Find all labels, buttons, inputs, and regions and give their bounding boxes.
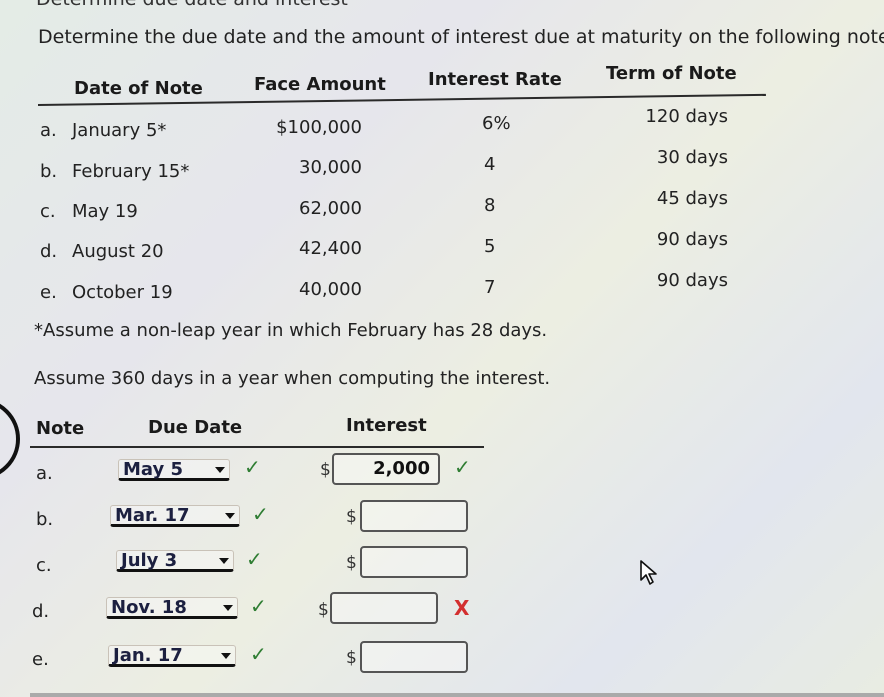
- answer-header-rule: [30, 446, 484, 448]
- dropdown-arrow-icon: [225, 513, 235, 519]
- header-note: Note: [36, 418, 85, 439]
- check-icon: ✓: [454, 455, 471, 479]
- interest-input-d[interactable]: [330, 592, 438, 624]
- interest-rate: 7: [484, 277, 496, 298]
- date-of-note: August 20: [72, 241, 164, 262]
- interest-input-b[interactable]: [360, 500, 468, 532]
- due-date-value: Jan. 17: [113, 645, 183, 666]
- due-date-value: May 5: [123, 459, 184, 480]
- focus-ring-decoration: [0, 398, 20, 480]
- row-label: c.: [36, 555, 52, 576]
- due-date-value: July 3: [121, 550, 178, 571]
- instruction-text: Determine the due date and the amount of…: [38, 26, 884, 48]
- row-label: a.: [40, 120, 57, 141]
- face-amount: $100,000: [276, 117, 362, 138]
- term-of-note: 90 days: [656, 270, 728, 291]
- header-term-of-note: Term of Note: [606, 63, 737, 84]
- face-amount: 30,000: [299, 157, 362, 178]
- row-label: b.: [40, 161, 58, 182]
- interest-input-e[interactable]: [360, 641, 468, 673]
- cross-icon: X: [454, 596, 470, 620]
- cut-off-title: Determine due date and interest: [36, 0, 348, 10]
- dollar-sign: $: [320, 460, 331, 480]
- row-label: d.: [40, 241, 58, 262]
- interest-rate: 5: [484, 236, 496, 257]
- dropdown-arrow-icon: [215, 467, 225, 473]
- face-amount: 40,000: [299, 279, 362, 300]
- row-label: b.: [36, 509, 54, 530]
- dollar-sign: $: [346, 553, 357, 573]
- due-date-value: Nov. 18: [111, 597, 187, 618]
- footnote-text: *Assume a non-leap year in which Februar…: [34, 320, 548, 341]
- row-label: d.: [32, 601, 50, 622]
- date-of-note: February 15*: [72, 161, 190, 182]
- assumption-text: Assume 360 days in a year when computing…: [34, 368, 551, 389]
- check-icon: ✓: [246, 547, 263, 571]
- dollar-sign: $: [346, 648, 357, 668]
- interest-rate: 6%: [482, 113, 511, 134]
- term-of-note: 90 days: [656, 229, 728, 250]
- term-of-note: 30 days: [656, 147, 728, 168]
- interest-input-a[interactable]: 2,000: [332, 453, 440, 485]
- check-icon: ✓: [250, 594, 267, 618]
- due-date-select-c[interactable]: July 3: [116, 550, 234, 572]
- header-face-amount: Face Amount: [254, 74, 386, 95]
- due-date-select-e[interactable]: Jan. 17: [108, 645, 236, 667]
- row-label: e.: [40, 282, 57, 303]
- term-of-note: 45 days: [656, 188, 728, 209]
- term-of-note: 120 days: [645, 106, 728, 127]
- row-label: a.: [36, 463, 53, 484]
- due-date-select-b[interactable]: Mar. 17: [110, 505, 240, 527]
- check-icon: ✓: [252, 502, 269, 526]
- interest-rate: 4: [484, 154, 496, 175]
- dollar-sign: $: [318, 600, 329, 620]
- dollar-sign: $: [346, 507, 357, 527]
- due-date-value: Mar. 17: [115, 505, 190, 526]
- date-of-note: October 19: [72, 282, 173, 303]
- interest-rate: 8: [484, 195, 496, 216]
- check-icon: ✓: [244, 455, 261, 479]
- due-date-select-a[interactable]: May 5: [118, 459, 230, 481]
- dropdown-arrow-icon: [221, 653, 231, 659]
- dropdown-arrow-icon: [219, 558, 229, 564]
- date-of-note: May 19: [72, 201, 138, 222]
- face-amount: 42,400: [299, 238, 362, 259]
- dropdown-arrow-icon: [223, 605, 233, 611]
- header-interest: Interest: [346, 415, 427, 436]
- header-due-date: Due Date: [148, 417, 243, 438]
- interest-input-c[interactable]: [360, 546, 468, 578]
- header-interest-rate: Interest Rate: [428, 69, 562, 90]
- header-date-of-note: Date of Note: [74, 78, 203, 99]
- row-label: c.: [40, 201, 56, 222]
- face-amount: 62,000: [299, 198, 362, 219]
- mouse-cursor-icon: [640, 560, 657, 585]
- bottom-divider: [30, 693, 884, 697]
- due-date-select-d[interactable]: Nov. 18: [106, 597, 238, 619]
- row-label: e.: [32, 649, 49, 670]
- check-icon: ✓: [250, 642, 267, 666]
- date-of-note: January 5*: [72, 120, 167, 141]
